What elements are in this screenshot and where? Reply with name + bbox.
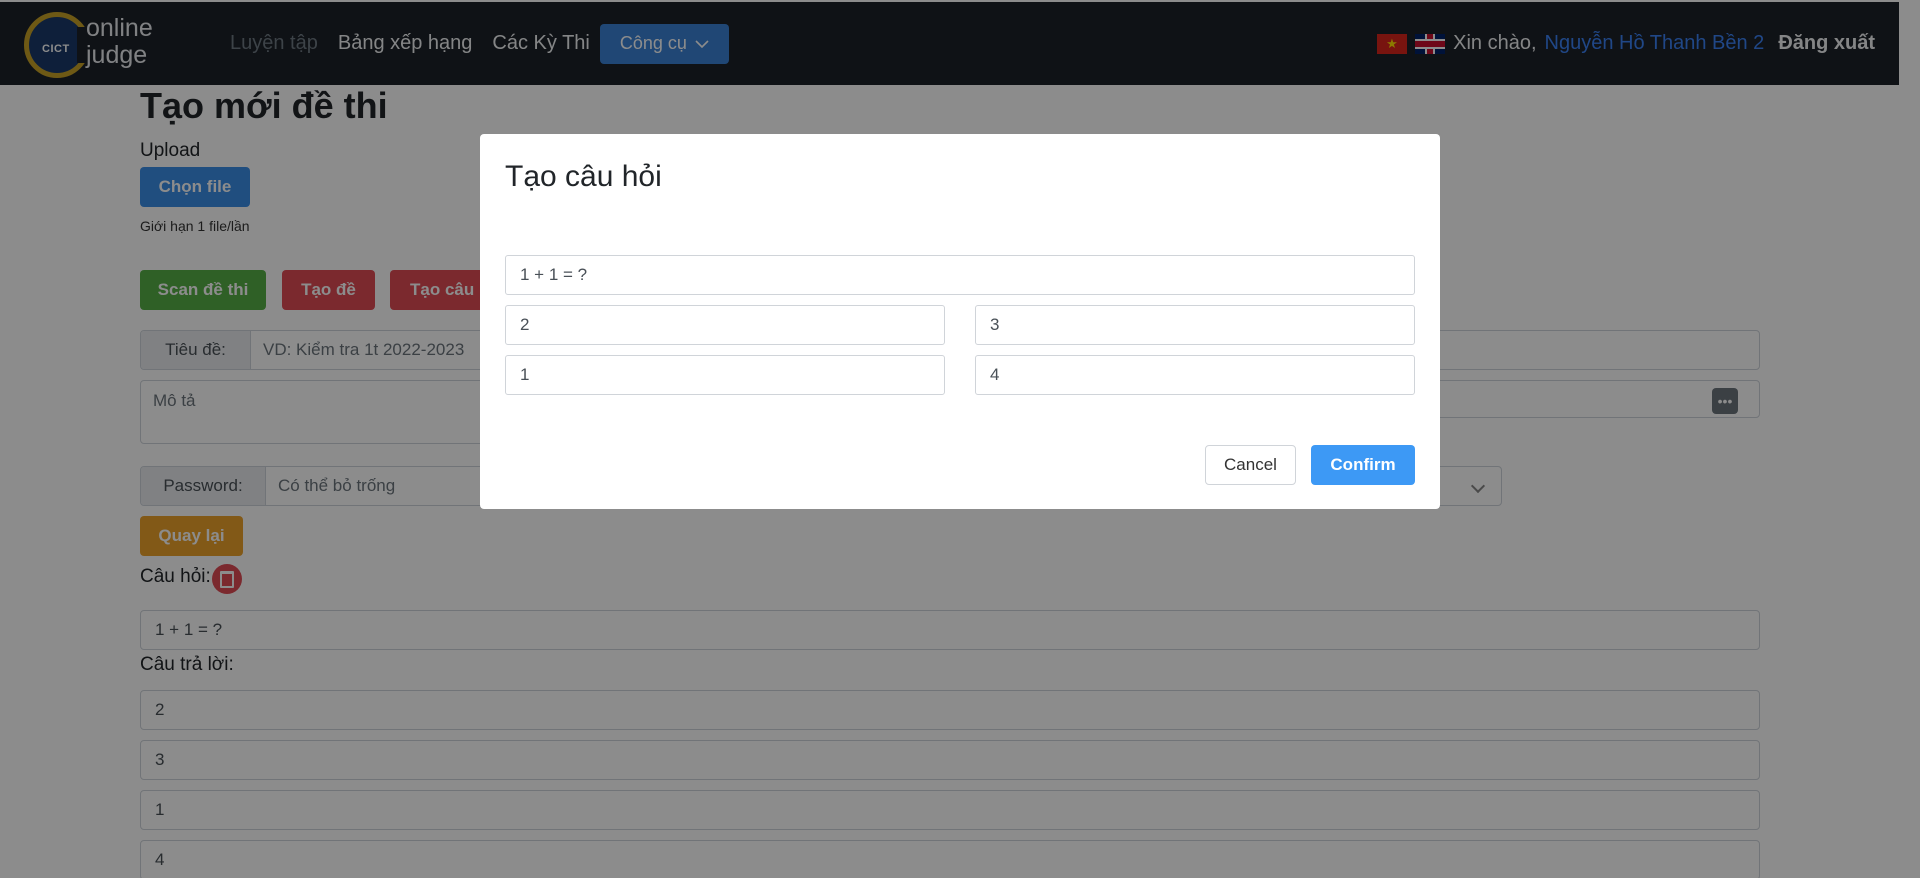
cancel-button[interactable]: Cancel [1205, 445, 1296, 485]
modal-title: Tạo câu hỏi [505, 160, 662, 193]
confirm-button[interactable]: Confirm [1311, 445, 1415, 485]
create-question-modal: Tạo câu hỏi 1 + 1 = ? 2 3 1 4 Cancel Con… [480, 134, 1440, 509]
modal-answer-input-4[interactable]: 4 [975, 355, 1415, 395]
modal-answer-input-3[interactable]: 1 [505, 355, 945, 395]
modal-answer-input-1[interactable]: 2 [505, 305, 945, 345]
modal-answer-input-2[interactable]: 3 [975, 305, 1415, 345]
modal-question-input[interactable]: 1 + 1 = ? [505, 255, 1415, 295]
